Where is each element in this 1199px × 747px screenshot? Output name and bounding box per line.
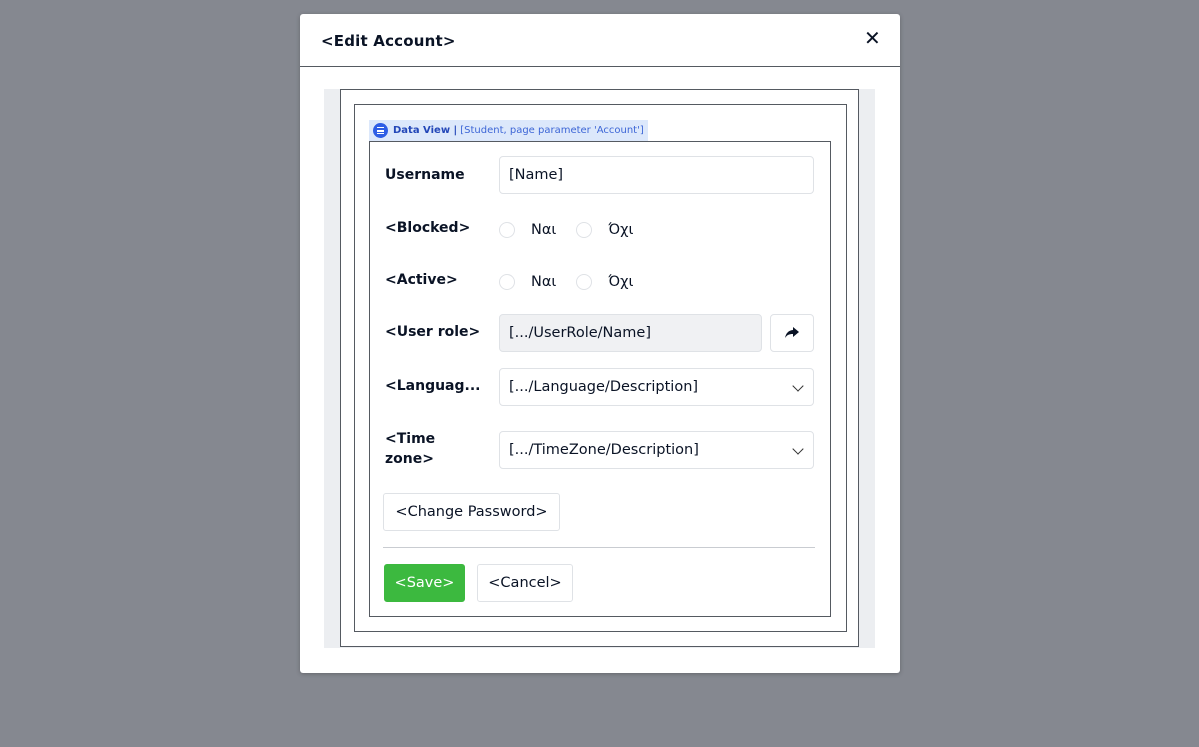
blocked-no-radio[interactable] — [576, 222, 593, 238]
edit-account-dialog: <Edit Account> ✕ Data View | [Student, p… — [300, 14, 900, 673]
data-view-name: Data View | — [393, 125, 458, 136]
blocked-yes-label: Ναι — [531, 222, 557, 238]
active-no-radio[interactable] — [576, 274, 593, 290]
layout-inner-container: Data View | [Student, page parameter 'Ac… — [354, 104, 847, 632]
active-radio-group: Ναι Όχι — [499, 274, 653, 290]
user-role-input: [.../UserRole/Name] — [499, 314, 762, 352]
data-view-form: Username [Name] <Blocked> Ναι Όχι <Activ… — [369, 141, 831, 617]
active-yes-radio[interactable] — [499, 274, 515, 290]
time-zone-select-value: [.../TimeZone/Description] — [509, 442, 699, 458]
close-icon[interactable]: ✕ — [864, 28, 881, 48]
cancel-button[interactable]: <Cancel> — [477, 564, 573, 602]
username-label: Username — [385, 167, 465, 183]
active-label: <Active> — [385, 272, 458, 288]
share-arrow-icon — [785, 327, 799, 338]
database-icon — [373, 123, 388, 138]
username-input[interactable]: [Name] — [499, 156, 814, 194]
dialog-body: Data View | [Student, page parameter 'Ac… — [324, 89, 875, 648]
user-role-open-button[interactable] — [770, 314, 814, 352]
layout-container: Data View | [Student, page parameter 'Ac… — [340, 89, 859, 647]
time-zone-label: <Time zone> — [385, 429, 435, 469]
save-button[interactable]: <Save> — [384, 564, 465, 602]
dialog-title: <Edit Account> — [321, 32, 456, 50]
dialog-header: <Edit Account> ✕ — [300, 14, 900, 67]
change-password-button[interactable]: <Change Password> — [383, 493, 560, 531]
time-zone-label-line2: zone> — [385, 451, 434, 467]
language-select[interactable]: [.../Language/Description] — [499, 368, 814, 406]
time-zone-label-line1: <Time — [385, 431, 436, 447]
active-no-label: Όχι — [608, 274, 634, 290]
language-select-value: [.../Language/Description] — [509, 379, 699, 395]
chevron-down-icon — [792, 443, 804, 455]
blocked-label: <Blocked> — [385, 220, 471, 236]
language-label: <Languag... — [385, 378, 481, 394]
blocked-no-label: Όχι — [608, 222, 634, 238]
data-view-tag: Data View | [Student, page parameter 'Ac… — [369, 120, 648, 141]
active-yes-label: Ναι — [531, 274, 557, 290]
data-view-context: [Student, page parameter 'Account'] — [460, 125, 644, 136]
chevron-down-icon — [792, 380, 804, 392]
blocked-yes-radio[interactable] — [499, 222, 515, 238]
form-divider — [383, 547, 815, 548]
time-zone-select[interactable]: [.../TimeZone/Description] — [499, 431, 814, 469]
user-role-label: <User role> — [385, 324, 481, 340]
blocked-radio-group: Ναι Όχι — [499, 222, 653, 238]
